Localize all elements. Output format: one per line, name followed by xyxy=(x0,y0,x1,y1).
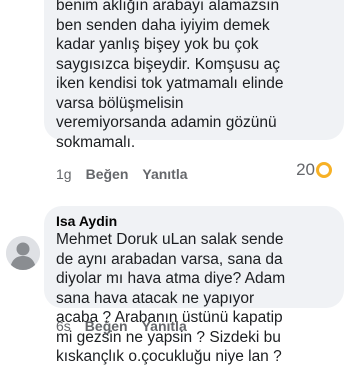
reply-button[interactable]: Yanıtla xyxy=(142,318,187,334)
user-avatar-icon[interactable] xyxy=(6,236,40,270)
reaction-icon xyxy=(316,162,332,178)
like-button[interactable]: Beğen xyxy=(86,166,129,182)
comment-bubble: benim aklığın arabayı alamazsın ben send… xyxy=(44,0,344,151)
comment-actions: 1g Beğen Yanıtla xyxy=(56,166,202,182)
reaction-count[interactable]: 20 xyxy=(296,160,332,180)
comment-bubble: Isa Aydin Mehmet Doruk uLan salak sende … xyxy=(44,206,344,365)
like-button[interactable]: Beğen xyxy=(85,318,128,334)
comment-author[interactable]: Isa Aydin xyxy=(56,212,334,230)
comment-text: Mehmet Doruk uLan salak sende de aynı ar… xyxy=(56,231,286,365)
comment-time: 1g xyxy=(56,166,72,182)
reply-button[interactable]: Yanıtla xyxy=(142,166,187,182)
comment-time: 6s xyxy=(56,318,71,334)
comment-text: benim aklığın arabayı alamazsın ben send… xyxy=(56,0,284,151)
reaction-count-value: 20 xyxy=(296,160,315,179)
comment-actions: 6s Beğen Yanıtla xyxy=(56,318,201,334)
